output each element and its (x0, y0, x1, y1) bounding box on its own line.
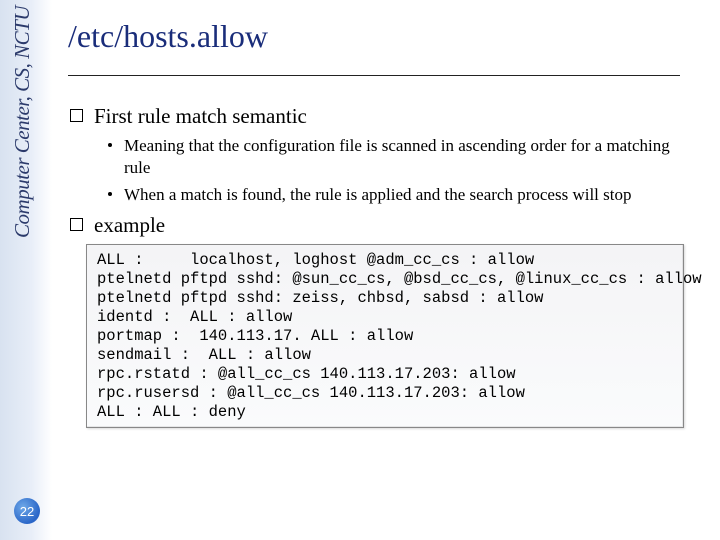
slide-content: /etc/hosts.allow First rule match semant… (68, 0, 710, 428)
code-example-box: ALL : localhost, loghost @adm_cc_cs : al… (86, 244, 684, 428)
sub-bullet-text: Meaning that the configuration file is s… (124, 136, 670, 177)
dot-bullet-icon (108, 192, 112, 196)
square-bullet-icon (70, 109, 83, 122)
page-number-badge: 22 (14, 498, 40, 524)
bullet-label: First rule match semantic (94, 104, 307, 128)
title-divider (68, 75, 680, 76)
slide-title: /etc/hosts.allow (68, 18, 710, 55)
sub-bullet: When a match is found, the rule is appli… (68, 184, 680, 206)
sub-bullet-text: When a match is found, the rule is appli… (124, 185, 632, 204)
bullet-example: example (68, 213, 680, 238)
square-bullet-icon (70, 218, 83, 231)
page-number: 22 (20, 504, 34, 519)
sidebar: Computer Center, CS, NCTU (0, 0, 52, 540)
org-text: Computer Center, CS, NCTU (10, 6, 35, 238)
dot-bullet-icon (108, 143, 112, 147)
sub-bullet: Meaning that the configuration file is s… (68, 135, 680, 179)
bullet-first-rule: First rule match semantic (68, 104, 680, 129)
bullet-label: example (94, 213, 165, 237)
body-text: First rule match semantic Meaning that t… (68, 104, 680, 428)
